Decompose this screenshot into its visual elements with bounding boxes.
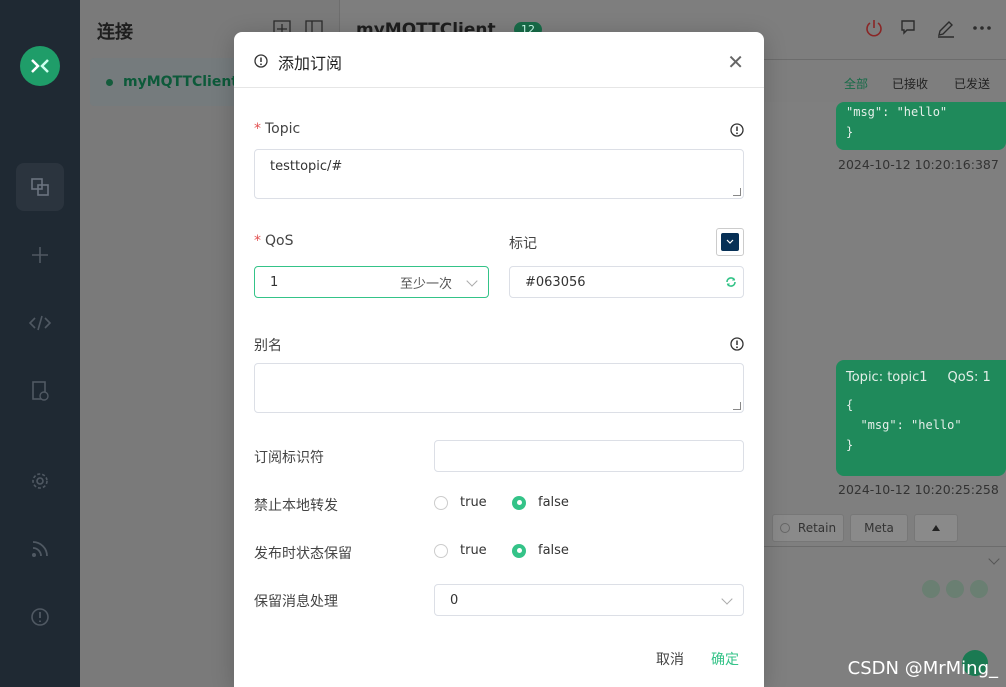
new-connection-icon[interactable] [16,231,64,279]
more-options-icon[interactable] [972,18,992,42]
subscription-id-label: 订阅标识符 [254,450,324,466]
close-icon[interactable]: ✕ [727,50,744,74]
subscription-id-input[interactable] [434,440,744,472]
message-body: { "msg": "hello" } [846,398,962,452]
retain-handling-select[interactable]: 0 [434,584,744,616]
app-logo-icon [20,46,60,86]
qos-value: 1 [270,274,279,290]
retain-label: Retain [797,521,837,535]
topic-help-icon[interactable] [730,122,744,141]
message-timestamp: 2024-10-12 10:20:16:387 [838,157,999,172]
retain-radio[interactable] [779,523,790,533]
add-subscription-dialog: 添加订阅 ✕ * Topic testtopic/# * QoS 1 至少一次 标记… [234,32,764,687]
message-filter-bar: 全部 已接收 已发送 [764,60,1006,102]
alias-label: 别名 [254,338,282,354]
cancel-button[interactable]: 取消 [656,649,684,669]
script-icon[interactable] [16,299,64,347]
reset-icon[interactable] [946,580,964,598]
message-qos: QoS: 1 [947,370,991,385]
connections-title: 连接 [97,22,133,43]
qos-description: 至少一次 [399,276,452,292]
color-picker-swatch[interactable] [716,228,744,256]
topic-textarea[interactable]: testtopic/# [254,149,744,199]
topic-label: * Topic [254,121,301,137]
color-value: #063056 [525,274,586,290]
qos-label: * QoS [254,233,294,249]
message-timestamp: 2024-10-12 10:20:25:258 [838,482,999,497]
qos-select[interactable]: 1 至少一次 [254,266,489,298]
edit-pencil-icon[interactable] [936,18,956,42]
no-local-true-radio[interactable]: true [434,495,487,510]
no-local-false-radio[interactable]: false [512,495,569,510]
message-bubble: Topic: topic1 QoS: 1 { "msg": "hello" } [836,360,1006,476]
retain-as-published-false-radio[interactable]: false [512,543,569,558]
refresh-color-icon[interactable] [725,276,737,292]
history-pager [922,580,988,598]
dialog-title: 添加订阅 [278,54,343,73]
resize-grip-icon[interactable] [733,402,741,410]
topic-value: testtopic/# [270,159,343,174]
chevron-down-icon [466,275,478,287]
message-topic: Topic: topic1 [846,370,928,385]
chevron-down-icon[interactable] [988,553,1000,565]
message-bubble: "msg": "hello" } [836,102,1006,150]
expand-up-button[interactable] [914,514,958,542]
dialog-header: 添加订阅 ✕ [234,32,764,88]
retain-handling-label: 保留消息处理 [254,594,338,610]
publish-options-bar: Retain Meta [764,510,1006,546]
retain-toggle[interactable]: Retain [772,514,844,542]
watermark-text: CSDN @MrMing_ [847,658,998,679]
retain-as-published-true-radio[interactable]: true [434,543,487,558]
resize-grip-icon[interactable] [733,188,741,196]
next-arrow-icon[interactable] [970,580,988,598]
rss-icon[interactable] [16,525,64,573]
filter-received[interactable]: 已接收 [892,75,928,92]
alias-help-icon[interactable] [730,336,744,355]
settings-gear-icon[interactable] [16,457,64,505]
filter-all[interactable]: 全部 [844,75,868,92]
alias-textarea[interactable] [254,363,744,413]
no-local-label: 禁止本地转发 [254,498,338,514]
chevron-down-icon [721,593,733,605]
icon-rail [0,0,80,687]
retain-as-published-label: 发布时状态保留 [254,546,352,562]
connected-status-dot [106,78,113,86]
message-body: "msg": "hello" } [846,105,948,139]
payload-editor[interactable] [764,546,1006,576]
previous-arrow-icon[interactable] [922,580,940,598]
disconnect-power-icon[interactable] [864,18,884,42]
meta-button[interactable]: Meta [850,514,908,542]
color-label: 标记 [509,236,537,252]
about-info-icon[interactable] [16,593,64,641]
info-icon [254,53,268,72]
confirm-button[interactable]: 确定 [711,649,739,669]
chat-icon[interactable] [900,18,920,42]
filter-sent[interactable]: 已发送 [954,75,990,92]
log-icon[interactable] [16,367,64,415]
color-input[interactable]: #063056 [509,266,744,298]
retain-handling-value: 0 [450,592,459,608]
connections-icon[interactable] [16,163,64,211]
